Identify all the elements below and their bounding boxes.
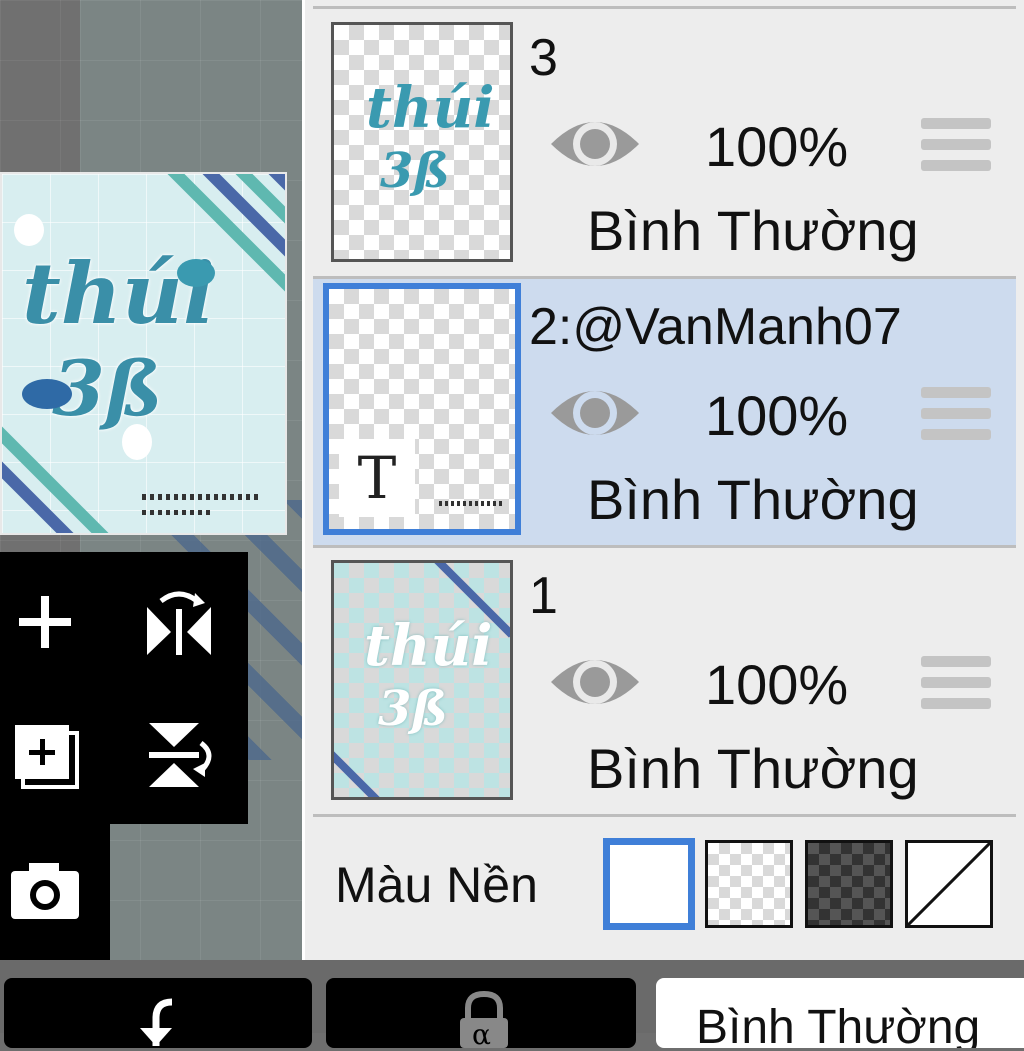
- artwork-credit: [142, 510, 212, 515]
- camera-icon: [11, 863, 79, 919]
- camera-button[interactable]: [0, 846, 90, 936]
- flip-vertical-button[interactable]: [134, 710, 224, 800]
- flip-horizontal-icon: [147, 591, 211, 655]
- bottom-bar: α Bình Thường: [0, 960, 1024, 1051]
- background-none-swatch[interactable]: [905, 840, 993, 928]
- layer-row-3[interactable]: thúi 3ß 3 100% Bình Thường: [313, 10, 1016, 276]
- duplicate-layer-button[interactable]: [0, 710, 90, 800]
- artwork-drop: [22, 379, 72, 409]
- layer-opacity[interactable]: 100%: [705, 114, 848, 179]
- eye-icon[interactable]: [547, 108, 643, 180]
- layer-row-1[interactable]: thúi 3ß 1 100% Bình Thường: [313, 548, 1016, 814]
- flip-horizontal-button[interactable]: [134, 577, 224, 667]
- layer-thumbnail: thúi 3ß: [331, 22, 513, 262]
- add-layer-button[interactable]: [0, 577, 90, 667]
- camera-tool-area: [0, 824, 110, 960]
- plus-icon: [19, 596, 71, 648]
- layer-thumbnail: T: [323, 283, 521, 535]
- eye-icon[interactable]: [547, 646, 643, 718]
- clipping-button[interactable]: [4, 978, 312, 1048]
- flip-vertical-icon: [149, 723, 212, 787]
- divider: [313, 6, 1016, 9]
- artwork-blob: [122, 424, 152, 460]
- layer-opacity[interactable]: 100%: [705, 652, 848, 717]
- artwork-blob: [14, 214, 44, 246]
- eye-icon[interactable]: [547, 377, 643, 449]
- divider: [313, 814, 1016, 817]
- background-dark-checker-swatch[interactable]: [805, 840, 893, 928]
- duplicate-layer-icon: [15, 725, 79, 789]
- artwork-title-line1: thúi: [22, 244, 215, 343]
- background-color-label: Màu Nền: [335, 857, 538, 913]
- thumb-art: 3ß: [380, 143, 450, 199]
- clipping-icon: [140, 998, 173, 1046]
- blend-mode-label: Bình Thường: [696, 1001, 981, 1048]
- thumb-stripe: [334, 734, 395, 797]
- layer-name: 2:@VanManh07: [529, 298, 902, 356]
- layer-panel: thúi 3ß 3 100% Bình Thường T 2:@VanManh0…: [302, 0, 1024, 960]
- layer-name: 1: [529, 567, 558, 625]
- thumb-credit: [439, 501, 503, 506]
- text-layer-icon: T: [339, 439, 415, 517]
- background-color-row: Màu Nền: [313, 820, 1016, 946]
- background-light-checker-swatch[interactable]: [705, 840, 793, 928]
- layer-opacity[interactable]: 100%: [705, 383, 848, 448]
- alpha-lock-button[interactable]: α: [326, 978, 636, 1051]
- drag-handle-icon[interactable]: [921, 118, 991, 180]
- drag-handle-icon[interactable]: [921, 656, 991, 718]
- layer-thumbnail: thúi 3ß: [331, 560, 513, 800]
- layer-row-2[interactable]: T 2:@VanManh07 100% Bình Thường: [313, 279, 1016, 545]
- artwork-drop: [177, 259, 215, 287]
- thumb-art: thúi: [366, 75, 495, 141]
- blend-mode-dropdown[interactable]: Bình Thường: [656, 978, 1024, 1048]
- alpha-label: α: [472, 1018, 491, 1051]
- layer-tools: [0, 552, 248, 824]
- artwork-preview[interactable]: thúi 3ß: [0, 172, 287, 535]
- layer-name: 3: [529, 29, 558, 87]
- thumb-art: thúi: [364, 613, 493, 679]
- thumb-art: 3ß: [378, 681, 448, 737]
- layer-blend-mode[interactable]: Bình Thường: [587, 467, 919, 532]
- background-white-swatch[interactable]: [603, 838, 695, 930]
- layer-blend-mode[interactable]: Bình Thường: [587, 736, 919, 801]
- artwork-credit: [142, 494, 262, 500]
- no-background-icon: [908, 843, 990, 925]
- drag-handle-icon[interactable]: [921, 387, 991, 449]
- layer-blend-mode[interactable]: Bình Thường: [587, 198, 919, 263]
